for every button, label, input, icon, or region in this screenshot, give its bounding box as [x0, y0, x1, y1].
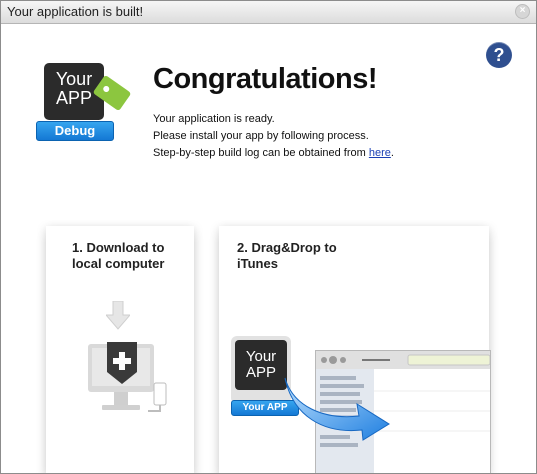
help-button[interactable]: ?	[486, 42, 512, 68]
title-bar: Your application is built! ×	[1, 1, 536, 24]
app-tile-line2: APP	[245, 364, 276, 381]
app-icon: Your APP Debug	[36, 61, 136, 141]
app-tile-inner: Your APP	[235, 340, 287, 390]
build-complete-dialog: Your application is built! × ? Your APP …	[0, 0, 537, 474]
build-log-message: Step-by-step build log can be obtained f…	[153, 147, 394, 159]
build-log-link[interactable]: here	[369, 147, 391, 159]
step-itunes-panel: 2. Drag&Drop to iTunes Your APP Your APP	[219, 226, 491, 473]
window-title: Your application is built!	[7, 4, 144, 19]
step-download-panel: 1. Download to local computer	[46, 226, 194, 473]
drag-arrow-icon	[284, 377, 390, 441]
ready-message: Your application is ready.	[153, 113, 275, 125]
build-log-text: Step-by-step build log can be obtained f…	[153, 147, 369, 159]
congratulations-heading: Congratulations!	[153, 63, 378, 95]
install-instruction: Please install your app by following pro…	[153, 130, 369, 142]
app-tile: Your APP	[231, 336, 291, 404]
debug-badge: Debug	[36, 121, 114, 141]
app-tile-line1: Your	[55, 69, 93, 89]
download-to-computer-icon	[88, 342, 167, 412]
question-mark-icon: ?	[493, 45, 505, 65]
step-download-title: 1. Download to local computer	[72, 240, 165, 271]
close-button[interactable]: ×	[515, 4, 530, 19]
app-tile-line1: Your	[245, 348, 277, 365]
down-arrow-icon	[106, 301, 130, 330]
build-log-period: .	[390, 147, 394, 159]
step-itunes-title: 2. Drag&Drop to iTunes	[237, 240, 337, 271]
